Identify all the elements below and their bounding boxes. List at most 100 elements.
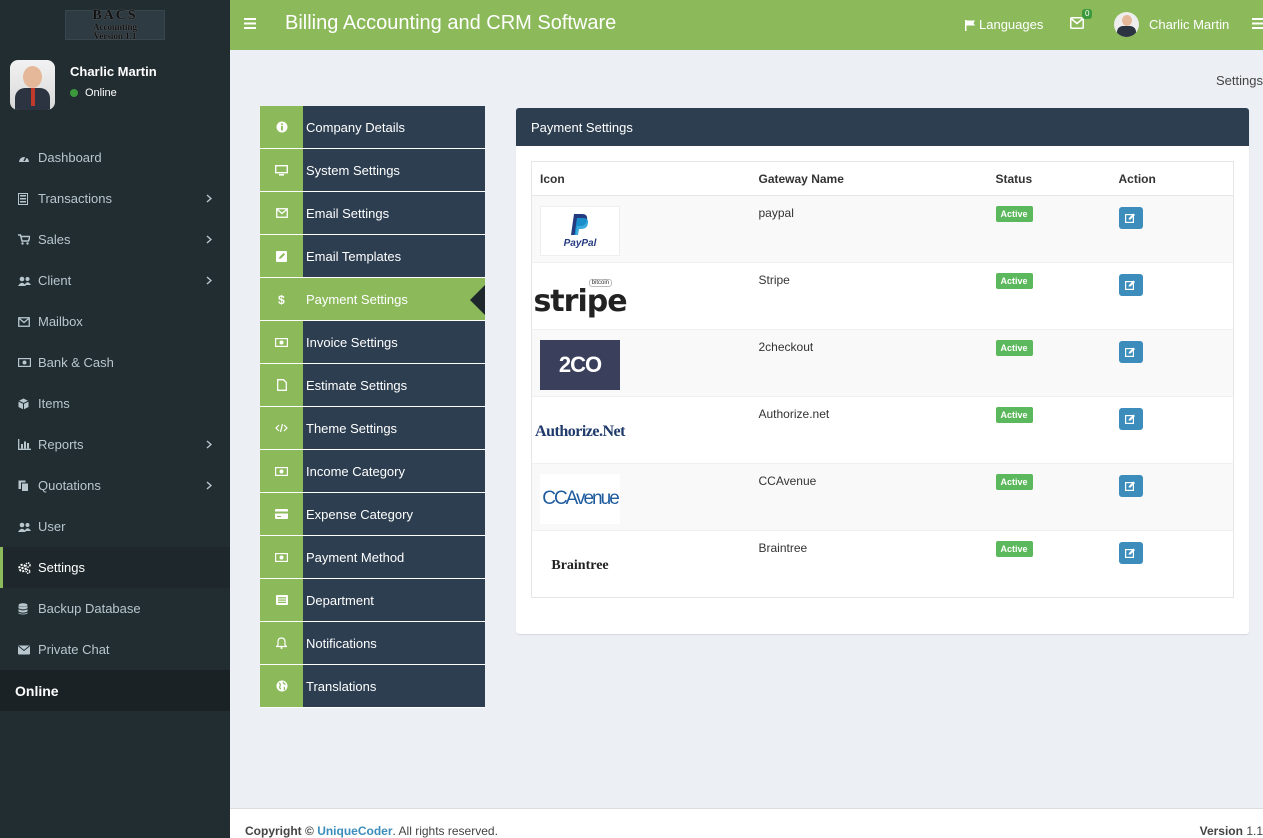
edit-gateway-button[interactable] <box>1118 475 1143 497</box>
edit-icon <box>1125 414 1135 424</box>
payment-settings-panel: Payment Settings Icon Gateway Name Statu… <box>516 108 1249 634</box>
logo-line-3: Version 1.1 <box>93 31 137 41</box>
table-row: Authorize.Net Authorize.net Active <box>531 396 1234 464</box>
sidebar-item-label: Sales <box>38 232 71 247</box>
globe-icon <box>260 665 303 707</box>
authorizenet-logo-text: Authorize.Net <box>535 423 625 440</box>
gateway-name: Stripe <box>750 262 988 330</box>
gateway-icon-cell: PayPal <box>531 195 751 263</box>
settings-item-label: Email Settings <box>303 192 485 234</box>
list-icon <box>260 579 303 621</box>
edit-gateway-button[interactable] <box>1118 207 1143 229</box>
gateway-action-cell <box>1110 530 1234 598</box>
mail-icon[interactable] <box>1070 17 1084 32</box>
edit-icon <box>1125 548 1135 558</box>
sidebar-item-backup-database[interactable]: Backup Database <box>0 588 230 629</box>
settings-item-translations[interactable]: Translations <box>260 665 485 708</box>
money-icon <box>18 358 38 367</box>
header-avatar <box>1114 12 1139 37</box>
sidebar-item-label: Dashboard <box>38 150 102 165</box>
table-row: CCAvenue CCAvenue Active <box>531 463 1234 531</box>
settings-item-label: Department <box>303 579 485 621</box>
database-icon <box>18 602 38 615</box>
ccavenue-logo: CCAvenue <box>540 474 620 524</box>
avatar <box>10 60 55 110</box>
logo-line-1: BACS <box>92 8 138 23</box>
settings-item-payment-settings[interactable]: $ Payment Settings <box>260 278 485 321</box>
app-logo[interactable]: BACS Accounting Version 1.1 <box>65 8 165 41</box>
sidebar-item-label: Transactions <box>38 191 112 206</box>
edit-gateway-button[interactable] <box>1118 408 1143 430</box>
settings-item-income-category[interactable]: Income Category <box>260 450 485 493</box>
stripe-bitcoin-tag: bitcoin <box>588 279 612 287</box>
settings-item-theme-settings[interactable]: Theme Settings <box>260 407 485 450</box>
settings-item-expense-category[interactable]: Expense Category <box>260 493 485 536</box>
flag-icon <box>964 19 976 31</box>
table-header-row: Icon Gateway Name Status Action <box>531 161 1234 196</box>
code-icon <box>260 407 303 449</box>
user-panel: Charlic Martin Online <box>0 50 230 130</box>
braintree-logo-text: Braintree <box>551 558 609 573</box>
edit-gateway-button[interactable] <box>1118 341 1143 363</box>
status-badge: Active <box>995 206 1033 222</box>
sidebar-item-label: Items <box>38 396 70 411</box>
2co-logo: 2CO <box>540 340 620 390</box>
breadcrumb[interactable]: Settings <box>1216 73 1263 88</box>
gateway-action-cell <box>1110 262 1234 330</box>
company-link[interactable]: UniqueCoder <box>317 824 392 838</box>
sidebar-item-reports[interactable]: Reports <box>0 424 230 465</box>
sidebar-item-bank-and-cash[interactable]: Bank & Cash <box>0 342 230 383</box>
control-sidebar-toggle-icon[interactable] <box>1252 16 1263 34</box>
edit-gateway-button[interactable] <box>1118 542 1143 564</box>
settings-item-label: Payment Method <box>303 536 485 578</box>
gateway-icon-cell: Braintree <box>531 530 751 598</box>
stripe-logo-text: stripe <box>533 283 627 319</box>
sidebar-item-client[interactable]: Client <box>0 260 230 301</box>
gateway-name: paypal <box>750 195 988 263</box>
settings-item-email-templates[interactable]: Email Templates <box>260 235 485 278</box>
sidebar-item-sales[interactable]: Sales <box>0 219 230 260</box>
sidebar: BACS Accounting Version 1.1 Charlic Mart… <box>0 0 230 838</box>
chevron-right-icon <box>206 479 213 493</box>
sidebar-item-label: Reports <box>38 437 84 452</box>
gateway-status-cell: Active <box>987 329 1111 397</box>
chevron-right-icon <box>206 274 213 288</box>
menu-toggle-icon[interactable] <box>244 16 256 34</box>
settings-item-payment-method[interactable]: Payment Method <box>260 536 485 579</box>
settings-item-company-details[interactable]: Company Details <box>260 106 485 149</box>
settings-item-label: Expense Category <box>303 493 485 535</box>
transactions-icon <box>18 192 38 205</box>
svg-text:$: $ <box>278 293 285 306</box>
sidebar-item-user[interactable]: User <box>0 506 230 547</box>
sidebar-item-dashboard[interactable]: Dashboard <box>0 137 230 178</box>
cart-icon <box>18 234 38 245</box>
column-header-gateway: Gateway Name <box>750 161 988 196</box>
chevron-right-icon <box>206 438 213 452</box>
sidebar-item-label: Bank & Cash <box>38 355 114 370</box>
money-icon <box>260 321 303 363</box>
2co-logo-text: 2CO <box>558 352 602 377</box>
header-user-menu[interactable]: Charlic Martin <box>1114 12 1229 37</box>
settings-item-email-settings[interactable]: Email Settings <box>260 192 485 235</box>
edit-gateway-button[interactable] <box>1118 274 1143 296</box>
sidebar-item-quotations[interactable]: Quotations <box>0 465 230 506</box>
sidebar-item-items[interactable]: Items <box>0 383 230 424</box>
app-title: Billing Accounting and CRM Software <box>285 12 617 34</box>
edit-icon <box>1125 347 1135 357</box>
sidebar-item-transactions[interactable]: Transactions <box>0 178 230 219</box>
settings-item-label: Email Templates <box>303 235 485 277</box>
sidebar-item-mailbox[interactable]: Mailbox <box>0 301 230 342</box>
languages-button[interactable]: Languages <box>964 17 1043 32</box>
online-dot-icon <box>70 89 78 97</box>
ccavenue-logo-text: CCAvenue <box>542 488 620 509</box>
settings-item-estimate-settings[interactable]: Estimate Settings <box>260 364 485 407</box>
status-badge: Active <box>995 541 1033 557</box>
settings-item-department[interactable]: Department <box>260 579 485 622</box>
envelope-icon <box>18 645 38 655</box>
settings-item-invoice-settings[interactable]: Invoice Settings <box>260 321 485 364</box>
sidebar-item-private-chat[interactable]: Private Chat <box>0 629 230 670</box>
status-badge: Active <box>995 273 1033 289</box>
settings-item-system-settings[interactable]: System Settings <box>260 149 485 192</box>
settings-item-notifications[interactable]: Notifications <box>260 622 485 665</box>
sidebar-item-settings[interactable]: Settings <box>0 547 230 588</box>
